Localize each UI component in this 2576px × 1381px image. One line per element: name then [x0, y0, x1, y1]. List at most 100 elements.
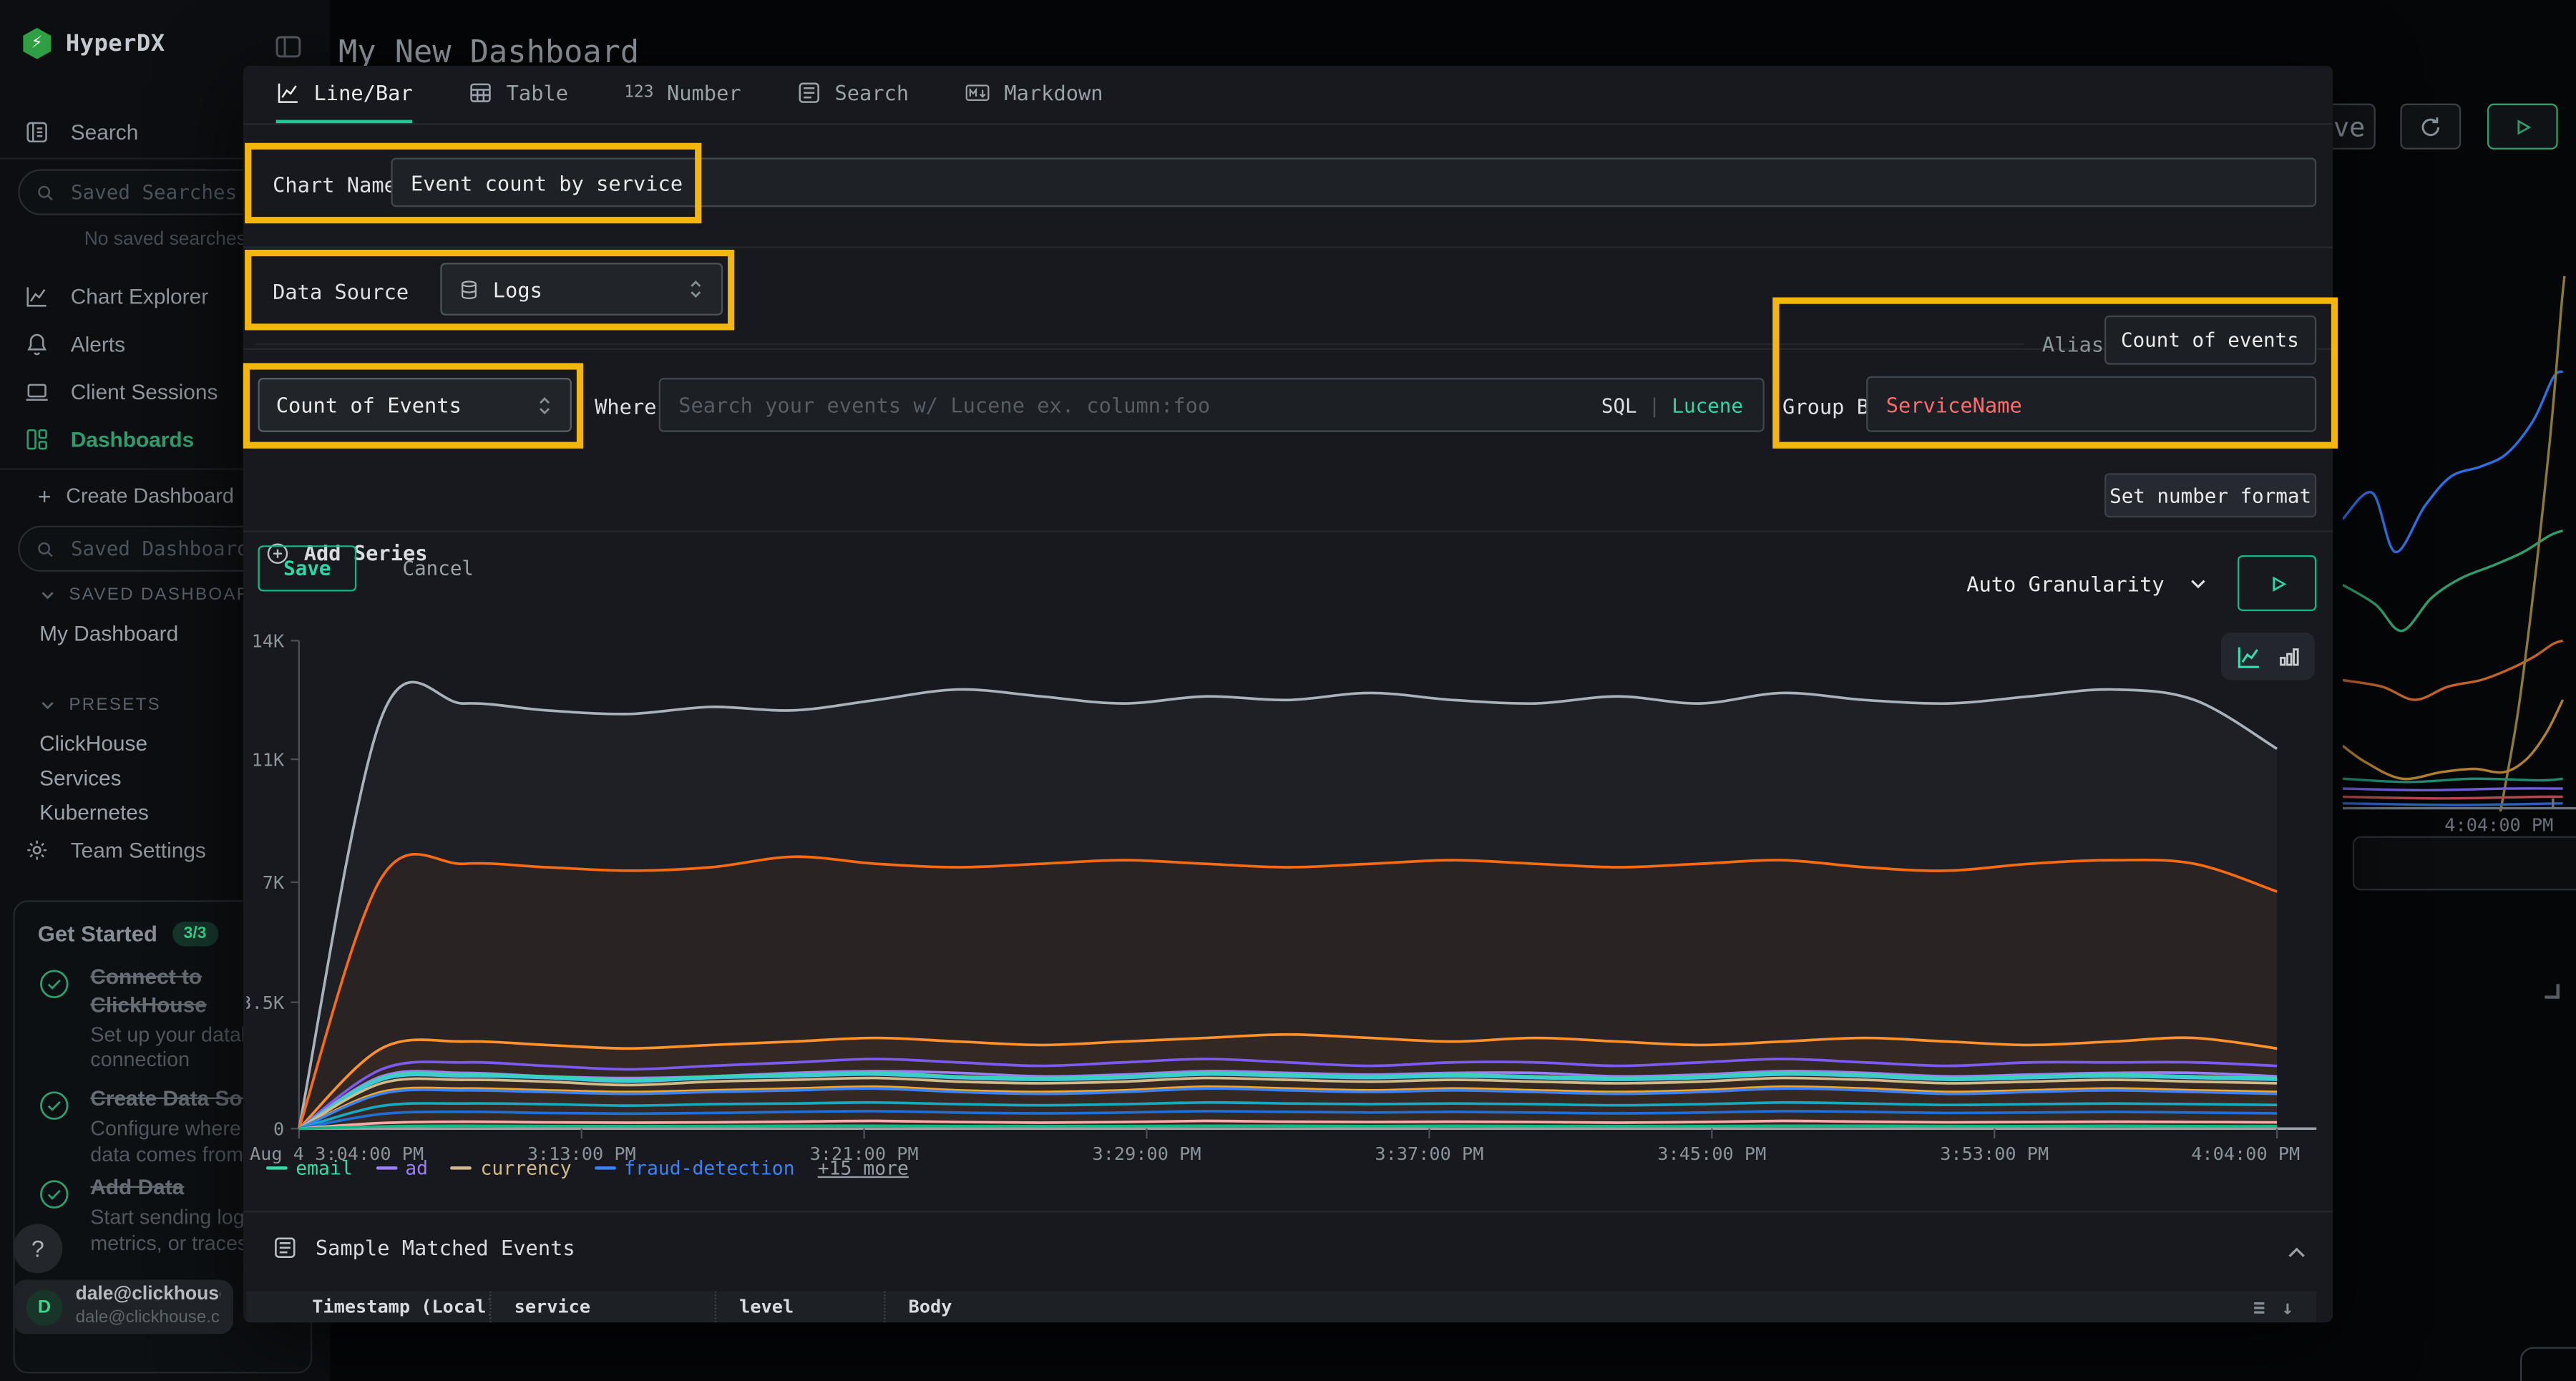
hyperdx-logo-icon: ⚡	[23, 28, 51, 59]
svg-text:3:29:00 PM: 3:29:00 PM	[1093, 1143, 1201, 1164]
add-series-button[interactable]: Add Series	[516, 540, 678, 565]
check-circle-icon	[38, 965, 74, 1075]
get-started-badge: 3/3	[172, 922, 218, 946]
refresh-icon	[2419, 114, 2443, 139]
check-circle-icon	[38, 1086, 74, 1168]
database-icon	[459, 278, 480, 300]
legend-label: fraud-detection	[624, 1156, 794, 1179]
download-icon[interactable]: ↓	[2281, 1295, 2293, 1318]
brand-name: HyperDX	[66, 30, 165, 57]
user-menu[interactable]: D dale@clickhouse.c dale@clickhouse.com'…	[13, 1280, 233, 1334]
chevron-down-icon	[39, 696, 56, 713]
brand[interactable]: ⚡ HyperDX	[23, 28, 165, 59]
chart-type-toggle	[2221, 633, 2315, 680]
run-chart-button[interactable]	[2238, 555, 2316, 611]
cancel-button[interactable]: Cancel	[402, 557, 474, 580]
column-header-level[interactable]: level	[715, 1292, 884, 1323]
sidebar-item-label: Chart Explorer	[71, 283, 208, 308]
svg-text:3:53:00 PM: 3:53:00 PM	[1940, 1143, 2049, 1164]
sidebar-item-label: Dashboards	[71, 426, 195, 451]
alias-input-wrap	[2104, 316, 2316, 365]
sidebar-item-my-dashboard[interactable]: My Dashboard	[39, 621, 178, 645]
lucene-toggle[interactable]: Lucene	[1672, 394, 1743, 416]
sidebar-item-services[interactable]: Services	[39, 766, 121, 790]
tab-label: Table	[507, 80, 568, 104]
updown-chevron-icon	[535, 394, 553, 416]
tab-search[interactable]: Search	[797, 66, 909, 123]
sidebar-item-label: Client Sessions	[71, 379, 218, 403]
sidebar-item-kubernetes[interactable]: Kubernetes	[39, 800, 149, 824]
legend-more-link[interactable]: +15 more	[818, 1156, 909, 1179]
search-icon	[36, 182, 54, 203]
tab-number[interactable]: 123 Number	[624, 66, 741, 123]
column-header-timestamp-local-[interactable]: Timestamp (Local)	[246, 1292, 489, 1323]
save-label: Save	[283, 557, 331, 580]
run-query-button[interactable]	[2487, 104, 2558, 150]
save-button[interactable]: Save	[258, 545, 356, 591]
filter-icon[interactable]: ≡	[2253, 1295, 2265, 1318]
updown-chevron-icon	[687, 278, 705, 301]
team-settings-label: Team Settings	[71, 837, 206, 862]
bar-chart-icon[interactable]	[2276, 644, 2301, 668]
svg-text:0: 0	[273, 1118, 284, 1139]
help-button[interactable]: ?	[13, 1224, 62, 1273]
chart-name-input-wrap	[391, 157, 2316, 207]
refresh-button[interactable]	[2400, 104, 2461, 150]
aggregation-value: Count of Events	[276, 393, 522, 417]
gear-icon	[24, 837, 49, 862]
tab-line-bar[interactable]: Line/Bar	[276, 66, 413, 123]
legend-swatch	[266, 1166, 288, 1170]
legend-label: ad	[405, 1156, 428, 1179]
legend-label: currency	[481, 1156, 572, 1179]
group-by-input[interactable]	[1868, 392, 2314, 416]
data-source-label: Data Source	[273, 279, 409, 303]
laptop-icon	[24, 379, 49, 403]
set-number-format-button[interactable]: Set number format	[2104, 473, 2316, 517]
bell-icon	[24, 331, 49, 356]
legend-swatch	[595, 1166, 616, 1170]
svg-text:11K: 11K	[252, 749, 285, 770]
tab-label: Line/Bar	[314, 80, 413, 104]
aggregation-select[interactable]: Count of Events	[258, 378, 572, 432]
sidebar-item-clickhouse[interactable]: ClickHouse	[39, 731, 147, 756]
sample-events-title: Sample Matched Events	[316, 1236, 575, 1260]
chevron-up-icon[interactable]	[2285, 1242, 2308, 1265]
svg-text:3.5K: 3.5K	[246, 992, 285, 1013]
collapse-sidebar-icon[interactable]	[274, 33, 302, 61]
tab-label: Number	[667, 80, 741, 104]
legend-item-email[interactable]: email	[266, 1156, 353, 1179]
sql-toggle[interactable]: SQL	[1601, 394, 1637, 416]
chevron-down-icon	[39, 587, 56, 603]
granularity-select[interactable]: Auto Granularity	[1950, 555, 2224, 611]
chart-line-icon	[24, 283, 49, 308]
dashboard-grid-icon	[24, 426, 49, 451]
screen: ⚡ HyperDX Search No saved searches Chart…	[0, 0, 2576, 1381]
background-chart-x-label: 4:04:00 PM	[2444, 815, 2553, 836]
column-header-service[interactable]: service	[489, 1292, 715, 1323]
background-dashboard-chart	[2343, 276, 2576, 811]
column-header-body[interactable]: Body	[884, 1292, 2253, 1323]
line-chart-icon[interactable]	[2235, 643, 2262, 670]
sidebar-item-label: Alerts	[71, 331, 125, 356]
tab-markdown[interactable]: Markdown	[965, 66, 1103, 123]
tab-label: Search	[834, 80, 909, 104]
markdown-icon	[965, 80, 991, 104]
alias-input[interactable]	[2106, 328, 2315, 351]
chart-name-input[interactable]	[393, 170, 2315, 195]
tab-table[interactable]: Table	[469, 66, 568, 123]
line-chart-canvas: 03.5K7K11K14KAug 4 3:04:00 PM3:13:00 PM3…	[246, 629, 2329, 1171]
123-icon: 123	[624, 84, 653, 102]
background-panel	[2353, 836, 2576, 891]
user-name: dale@clickhouse.c	[76, 1285, 220, 1308]
sidebar-item-label: Search	[71, 119, 139, 143]
doc-lines-icon	[24, 119, 49, 143]
resize-handle-icon[interactable]	[2540, 979, 2560, 999]
play-icon	[2266, 572, 2288, 594]
legend-item-currency[interactable]: currency	[451, 1156, 571, 1179]
data-source-select[interactable]: Logs	[440, 263, 723, 315]
save-dashboard-label: ve	[2333, 111, 2365, 142]
legend-item-ad[interactable]: ad	[376, 1156, 428, 1179]
legend-item-fraud-detection[interactable]: fraud-detection	[595, 1156, 795, 1179]
sample-events-header[interactable]: Sample Matched Events	[273, 1236, 575, 1260]
where-input[interactable]	[660, 393, 1763, 417]
